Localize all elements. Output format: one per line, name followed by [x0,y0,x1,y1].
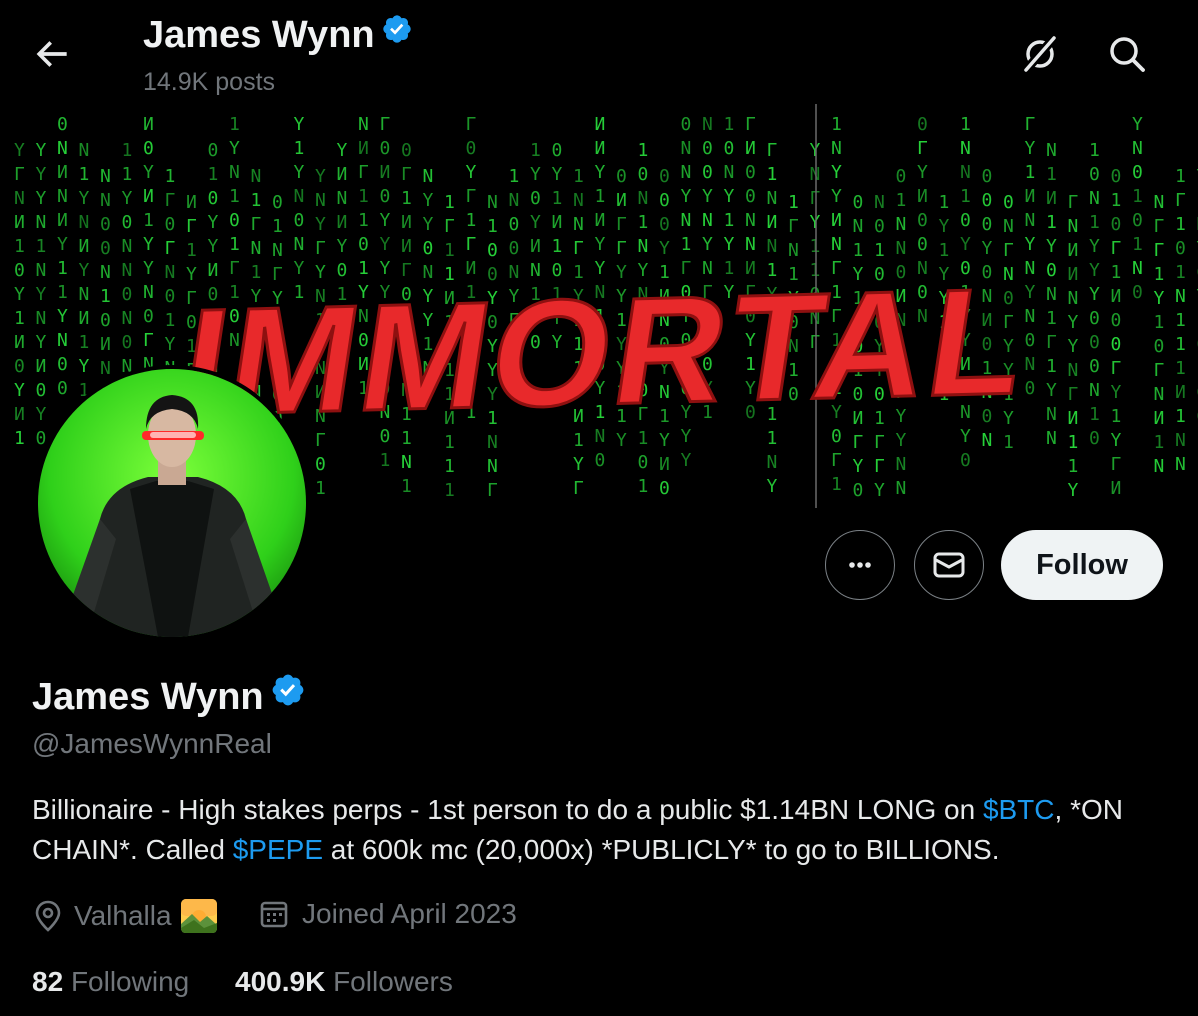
profile-name: James Wynn [32,674,306,719]
verified-badge-icon [381,12,413,55]
post-count: 14.9K posts [143,68,276,96]
bio-text: at 600k mc (20,000x) *PUBLICLY* to go to… [323,834,1000,865]
location-text: Valhalla [74,900,172,931]
cashtag-btc-link[interactable]: $BTC [983,794,1055,825]
calendar-icon [260,901,288,928]
avatar-image [38,369,306,637]
following-label: Following [70,966,190,997]
header-name: James Wynn [143,14,375,56]
profile-location: Valhalla [32,898,218,934]
profile-handle: @JamesWynnReal [32,728,272,759]
follow-button[interactable]: Follow [1001,530,1163,600]
more-button[interactable] [825,530,895,600]
profile-bio: Billionaire - High stakes perps - 1st pe… [32,790,1172,870]
followers-count: 400.9K [235,966,326,997]
grok-button[interactable] [1016,30,1064,78]
search-icon [1110,37,1145,72]
joined-text: Joined April 2023 [302,898,517,929]
bio-text: Billionaire - High stakes perps - 1st pe… [32,794,983,825]
banner-title-text: IMMORTAL [172,256,1041,448]
location-pin-icon [35,900,61,932]
followers-label: Followers [333,966,453,997]
following-count: 82 [32,966,64,997]
envelope-icon [933,552,965,578]
avatar[interactable] [34,365,310,641]
search-button[interactable] [1103,30,1151,78]
more-dots-icon [849,562,871,568]
profile-joined: Joined April 2023 [258,898,517,930]
message-button[interactable] [914,530,984,600]
followers-link[interactable]: 400.9K Followers [235,966,453,998]
back-button[interactable] [30,32,74,76]
top-bar: James Wynn 14.9K posts [0,0,1198,104]
profile-name-text: James Wynn [32,676,264,718]
following-link[interactable]: 82 Following [32,966,189,998]
sunrise-emoji-icon [180,899,217,933]
cashtag-pepe-link[interactable]: $PEPE [233,834,323,865]
header-title: James Wynn [143,14,413,57]
grok-icon [1022,35,1058,73]
verified-badge-icon[interactable] [270,672,306,718]
arrow-left-icon [36,41,67,67]
